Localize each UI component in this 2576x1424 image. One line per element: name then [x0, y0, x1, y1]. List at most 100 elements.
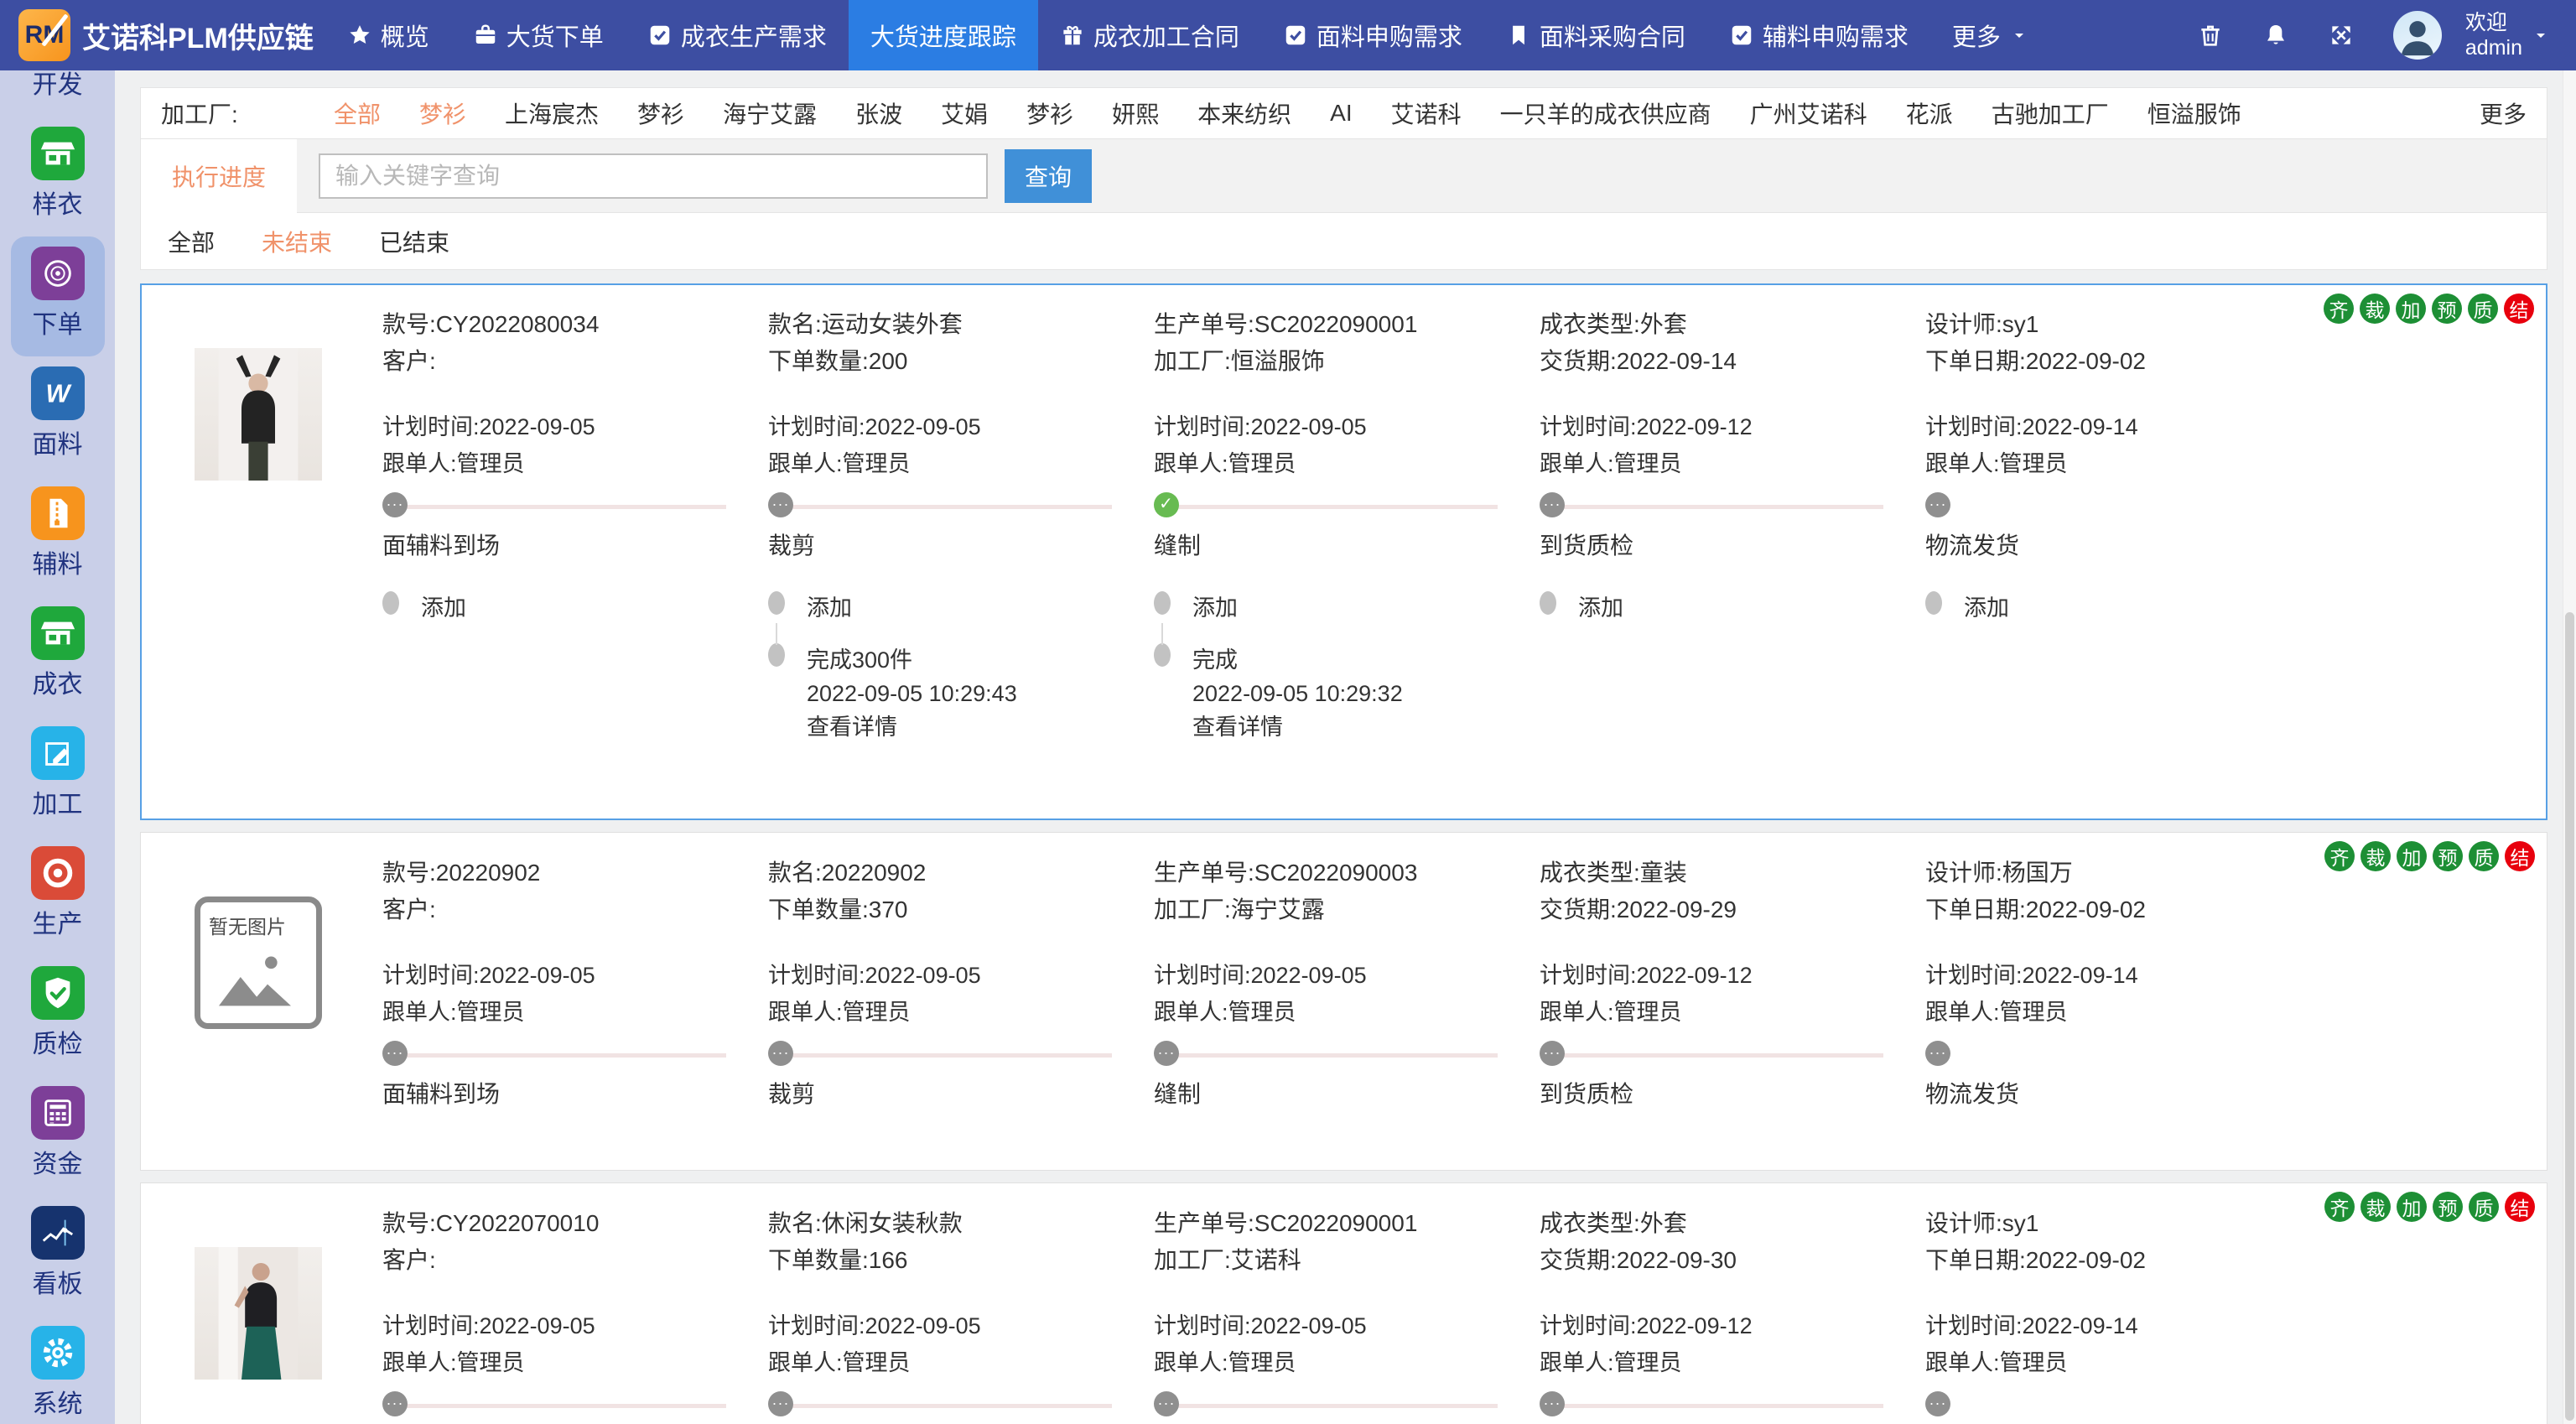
stage-4: 计划时间:2022-09-12跟单人:管理员···到货质检 — [1540, 1307, 1925, 1424]
card-field-column: 生产单号:SC2022090003加工厂:海宁艾露 — [1154, 855, 1540, 928]
stage-plan-time: 计划时间:2022-09-14 — [1925, 408, 2269, 445]
add-record-link[interactable]: 添加 — [1578, 591, 1623, 625]
sub-node-icon — [768, 643, 785, 667]
nav-item-3[interactable]: 成衣生产需求 — [626, 0, 849, 70]
card-field-top: 款号:20220902 — [382, 855, 768, 891]
stage-pending-icon: ··· — [1540, 1041, 1565, 1066]
sidebar-item-6[interactable]: 成衣 — [11, 596, 105, 716]
stage-list: 计划时间:2022-09-05跟单人:管理员···面辅料到场计划时间:2022-… — [382, 957, 2530, 1140]
stage-pending-icon: ··· — [1540, 1391, 1565, 1416]
nav-item-1[interactable]: 概览 — [325, 0, 451, 70]
sidebar-item-11[interactable]: 看板 — [11, 1196, 105, 1316]
nav-item-2[interactable]: 大货下单 — [451, 0, 626, 70]
stage-plan-time: 计划时间:2022-09-05 — [1154, 408, 1498, 445]
bell-button[interactable] — [2262, 22, 2289, 49]
view-detail-link[interactable]: 查看详情 — [807, 710, 1017, 744]
nav-item-6[interactable]: 面料申购需求 — [1261, 0, 1484, 70]
sidebar-item-5[interactable]: 辅料 — [11, 476, 105, 596]
add-record-link[interactable]: 添加 — [1192, 591, 1238, 625]
card-field-column: 款名:休闲女装秋款下单数量:166 — [768, 1205, 1154, 1279]
stage-sub-list: 添加 — [1540, 591, 1883, 625]
factory-filter-more[interactable]: 更多 — [2480, 96, 2527, 130]
factory-option-15[interactable]: 花派 — [1906, 96, 1953, 130]
nav-item-label: 大货进度跟踪 — [870, 18, 1016, 53]
order-card-3[interactable]: 齐裁加预质结款号:CY2022070010客户:款名:休闲女装秋款下单数量:16… — [140, 1182, 2547, 1424]
stage-list: 计划时间:2022-09-05跟单人:管理员···面辅料到场计划时间:2022-… — [382, 1307, 2530, 1424]
stage-track: ✓ — [1154, 492, 1498, 521]
card-field-top: 款号:CY2022070010 — [382, 1205, 768, 1242]
stage-name: 裁剪 — [768, 1076, 1112, 1110]
scrollbar-thumb[interactable] — [2565, 612, 2574, 1421]
sidebar-item-12[interactable]: 系统 — [11, 1316, 105, 1424]
card-field-column: 款号:CY2022080034客户: — [382, 306, 768, 380]
status-tab-3[interactable]: 已结束 — [379, 225, 449, 258]
factory-option-13[interactable]: 一只羊的成衣供应商 — [1500, 96, 1711, 130]
status-tabs: 全部 未结束 已结束 — [140, 213, 2547, 270]
sub-text: 添加 — [421, 591, 466, 625]
sidebar-item-7[interactable]: 加工 — [11, 716, 105, 836]
factory-option-16[interactable]: 古驰加工厂 — [1992, 96, 2109, 130]
product-photo — [195, 1247, 322, 1380]
factory-option-11[interactable]: AI — [1330, 100, 1352, 127]
order-card-2[interactable]: 齐裁加预质结暂无图片款号:20220902客户:款名:20220902下单数量:… — [140, 832, 2547, 1171]
status-badge: 裁 — [2360, 841, 2391, 871]
query-button[interactable]: 查询 — [1005, 149, 1092, 203]
stage-name: 到货质检 — [1540, 1076, 1883, 1110]
factory-option-8[interactable]: 梦衫 — [1026, 96, 1073, 130]
card-content: 款号:CY2022070010客户:款名:休闲女装秋款下单数量:166生产单号:… — [382, 1205, 2530, 1424]
sidebar-item-8[interactable]: 生产 — [11, 836, 105, 956]
stage-sub-item: 添加 — [382, 591, 726, 625]
factory-option-10[interactable]: 本来纺织 — [1197, 96, 1291, 130]
card-field-top: 款名:运动女装外套 — [768, 306, 1154, 343]
sub-text: 添加 — [1192, 591, 1238, 625]
card-field-bottom: 加工厂:恒溢服饰 — [1154, 343, 1540, 380]
status-tab-1[interactable]: 全部 — [168, 225, 215, 258]
factory-option-4[interactable]: 梦衫 — [637, 96, 684, 130]
sidebar-item-10[interactable]: 资金 — [11, 1076, 105, 1196]
vertical-scrollbar[interactable] — [2563, 70, 2576, 1424]
nav-item-8[interactable]: 辅料申购需求 — [1707, 0, 1930, 70]
nav-item-5[interactable]: 成衣加工合同 — [1038, 0, 1261, 70]
stage-plan-time: 计划时间:2022-09-12 — [1540, 957, 1883, 994]
order-card-1[interactable]: 齐裁加预质结款号:CY2022080034客户:款名:运动女装外套下单数量:20… — [140, 283, 2547, 820]
nav-item-label: 面料申购需求 — [1317, 18, 1462, 53]
stage-sub-item: 添加 — [768, 591, 1112, 625]
fullscreen-button[interactable] — [2328, 22, 2355, 49]
factory-option-17[interactable]: 恒溢服饰 — [2148, 96, 2241, 130]
trash-button[interactable] — [2197, 22, 2224, 49]
user-avatar[interactable] — [2393, 11, 2442, 60]
card-field-bottom: 客户: — [382, 891, 768, 928]
sidebar-item-9[interactable]: 质检 — [11, 956, 105, 1076]
factory-option-14[interactable]: 广州艾诺科 — [1750, 96, 1867, 130]
factory-option-7[interactable]: 艾娟 — [941, 96, 988, 130]
sub-line: 完成300件 — [807, 643, 1017, 677]
factory-filter-list: 全部 梦衫 上海宸杰 梦衫 海宁艾露 张波 艾娟 梦衫 妍熙 本来纺织 AI 艾诺科 一只羊的成衣供应商… — [334, 96, 2480, 130]
factory-option-2[interactable]: 梦衫 — [419, 96, 466, 130]
add-record-link[interactable]: 添加 — [1964, 591, 2009, 625]
sidebar-item-label: 面料 — [33, 424, 83, 460]
add-record-link[interactable]: 添加 — [807, 591, 852, 625]
factory-option-12[interactable]: 艾诺科 — [1391, 96, 1462, 130]
factory-option-3[interactable]: 上海宸杰 — [505, 96, 599, 130]
stage-pending-icon: ··· — [768, 1391, 793, 1416]
sidebar-item-1[interactable]: 开发 — [11, 70, 105, 117]
add-record-link[interactable]: 添加 — [421, 591, 466, 625]
sidebar-item-3[interactable]: 下单 — [11, 236, 105, 356]
keyword-search-input[interactable] — [319, 153, 988, 199]
factory-option-6[interactable]: 张波 — [855, 96, 902, 130]
sidebar-item-4[interactable]: W面料 — [11, 356, 105, 476]
factory-option-5[interactable]: 海宁艾露 — [723, 96, 817, 130]
view-detail-link[interactable]: 查看详情 — [1192, 710, 1403, 744]
factory-option-1[interactable]: 全部 — [334, 96, 381, 130]
shield-icon — [31, 966, 85, 1020]
user-menu[interactable]: 欢迎admin — [2465, 10, 2551, 60]
status-tab-2[interactable]: 未结束 — [262, 225, 332, 258]
nav-item-7[interactable]: 面料采购合同 — [1484, 0, 1707, 70]
card-field-column: 生产单号:SC2022090001加工厂:恒溢服饰 — [1154, 306, 1540, 380]
nav-item-9[interactable]: 更多 — [1930, 0, 2051, 70]
factory-option-9[interactable]: 妍熙 — [1112, 96, 1159, 130]
no-image-label: 暂无图片 — [209, 911, 309, 939]
nav-item-4[interactable]: 大货进度跟踪 — [849, 0, 1038, 70]
tab-execution-progress[interactable]: 执行进度 — [141, 139, 297, 213]
sidebar-item-2[interactable]: 样衣 — [11, 117, 105, 236]
